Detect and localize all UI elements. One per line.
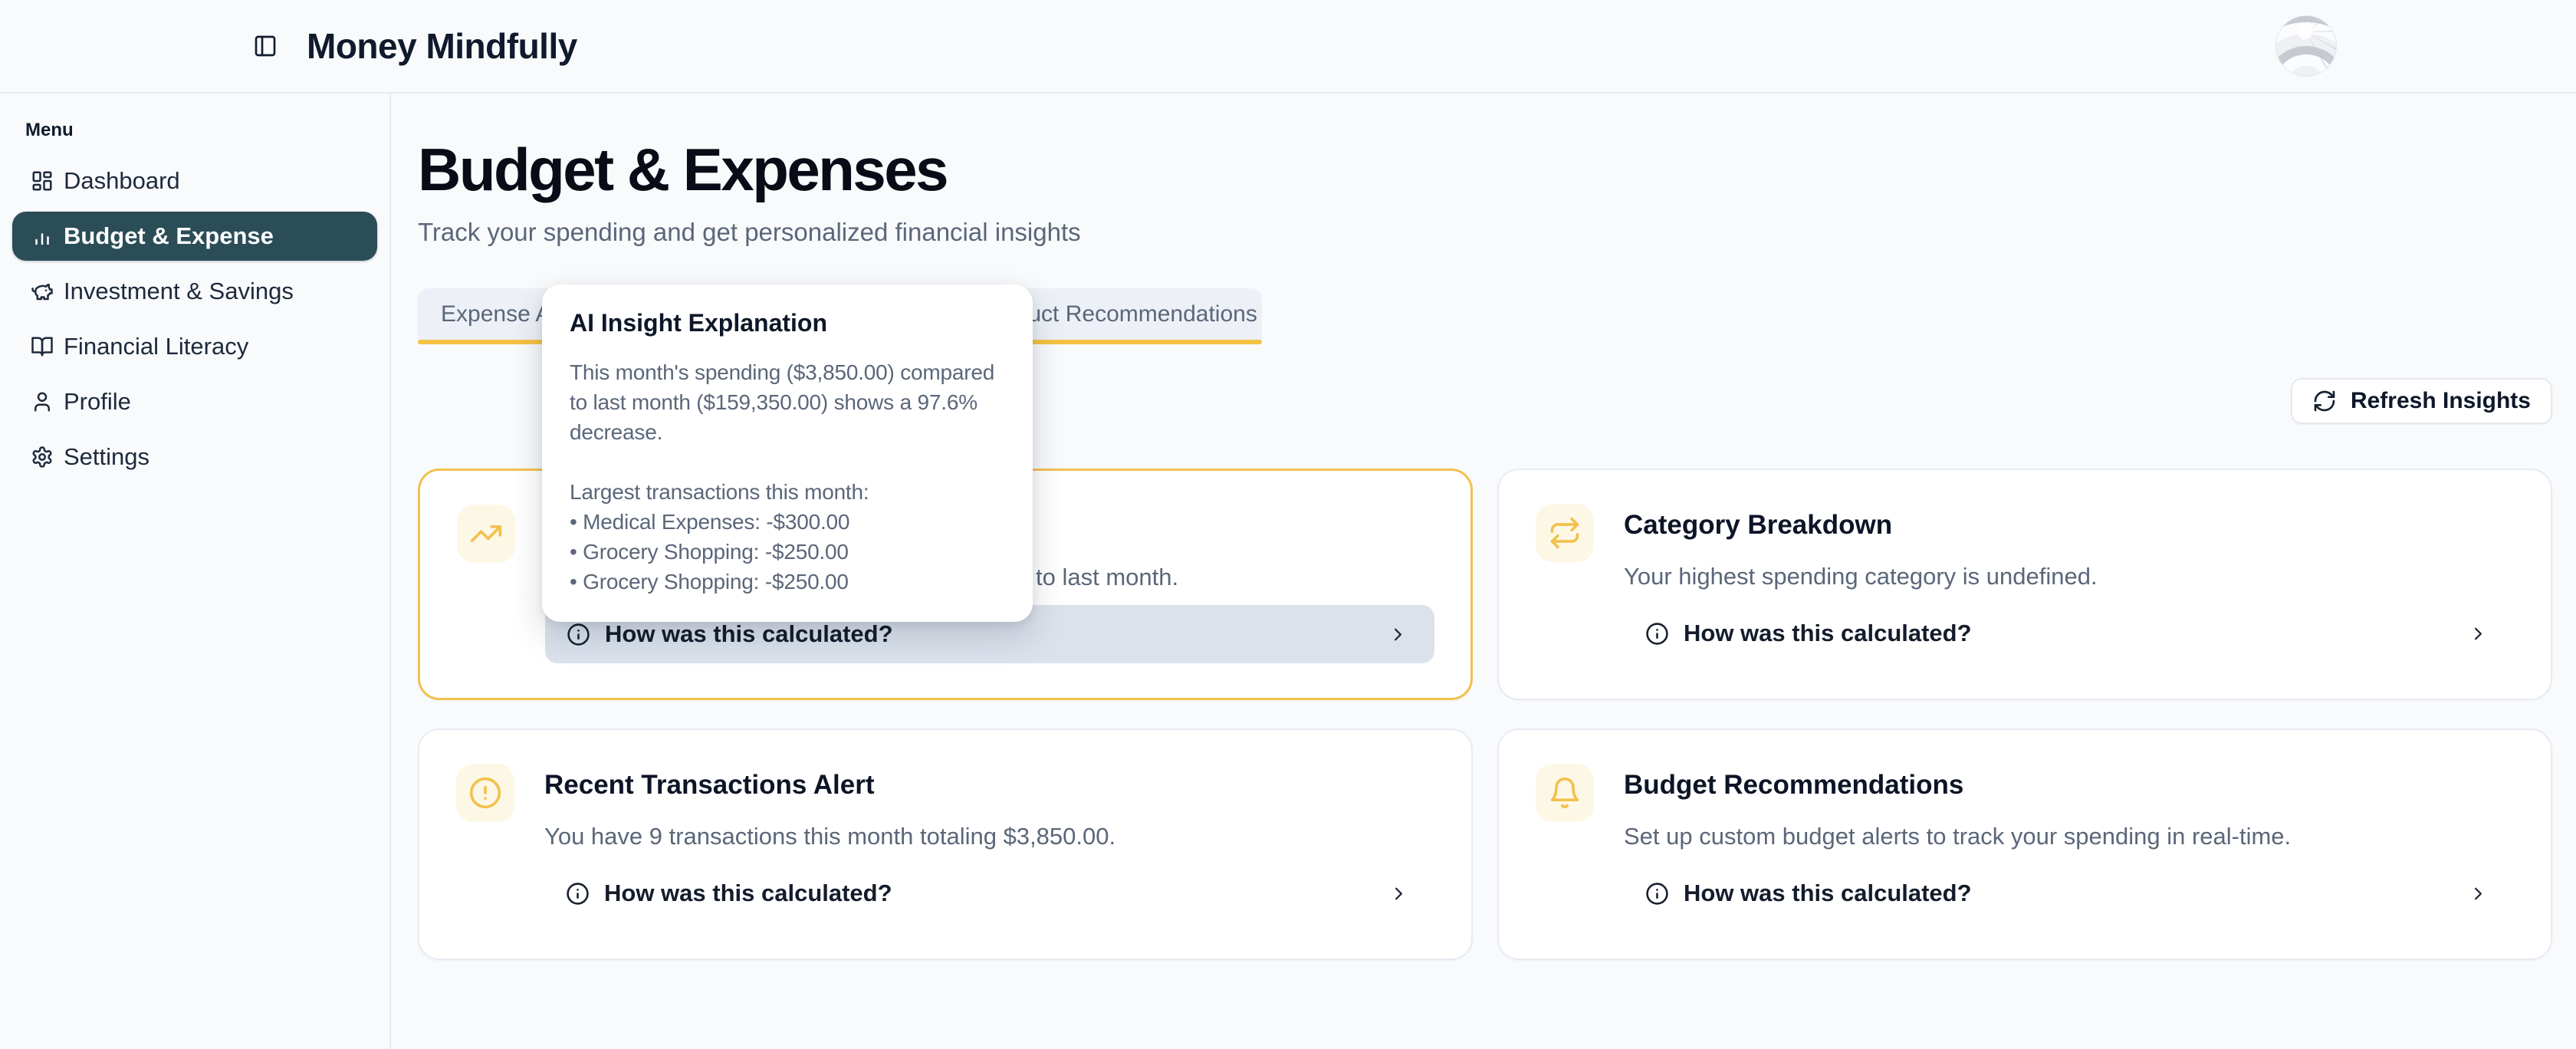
card-title: Budget Recommendations bbox=[1624, 770, 1963, 801]
popover-line: • Grocery Shopping: -$250.00 bbox=[570, 567, 1005, 597]
card-body: You have 9 transactions this month total… bbox=[544, 823, 1116, 850]
card-body-fragment: to last month. bbox=[1036, 564, 1178, 591]
app-header: Money Mindfully bbox=[0, 0, 2576, 94]
alert-circle-icon bbox=[456, 764, 514, 822]
gear-icon bbox=[31, 446, 54, 469]
info-icon[interactable] bbox=[1645, 622, 1669, 646]
sidebar-section-label: Menu bbox=[12, 120, 377, 141]
how-calculated-row[interactable]: How was this calculated? bbox=[1624, 864, 2515, 922]
popover-line: • Medical Expenses: -$300.00 bbox=[570, 507, 1005, 537]
card-budget-recommendations: Budget Recommendations Set up custom bud… bbox=[1497, 728, 2552, 960]
app-title: Money Mindfully bbox=[307, 25, 577, 67]
sidebar-item-label: Settings bbox=[64, 443, 150, 471]
popover-line: decrease. bbox=[570, 417, 1005, 447]
layout-dashboard-icon bbox=[31, 169, 54, 192]
info-icon[interactable] bbox=[1645, 882, 1669, 906]
info-icon[interactable] bbox=[567, 623, 590, 646]
sidebar: Menu Dashboard Budget & Expense Investme… bbox=[0, 94, 391, 1049]
sidebar-item-label: Budget & Expense bbox=[64, 222, 274, 250]
sidebar-item-profile[interactable]: Profile bbox=[12, 377, 377, 426]
card-title: Recent Transactions Alert bbox=[544, 770, 875, 801]
popover-title: AI Insight Explanation bbox=[570, 309, 1005, 337]
how-calculated-label: How was this calculated? bbox=[1684, 620, 1972, 647]
sidebar-item-label: Financial Literacy bbox=[64, 333, 248, 360]
sidebar-toggle-icon[interactable] bbox=[253, 34, 278, 58]
sidebar-item-budget-expense[interactable]: Budget & Expense bbox=[12, 212, 377, 261]
card-recent-transactions: Recent Transactions Alert You have 9 tra… bbox=[418, 728, 1473, 960]
popover-line: This month's spending ($3,850.00) compar… bbox=[570, 357, 1005, 387]
sidebar-item-financial-literacy[interactable]: Financial Literacy bbox=[12, 322, 377, 371]
info-icon[interactable] bbox=[566, 882, 590, 906]
trending-up-icon bbox=[457, 505, 515, 563]
book-open-icon bbox=[31, 335, 54, 358]
how-calculated-label: How was this calculated? bbox=[605, 620, 893, 648]
sidebar-item-label: Investment & Savings bbox=[64, 278, 294, 305]
popover-line: • Grocery Shopping: -$250.00 bbox=[570, 537, 1005, 567]
refresh-insights-label: Refresh Insights bbox=[2351, 388, 2531, 414]
main-content: Budget & Expenses Track your spending an… bbox=[391, 94, 2576, 1049]
repeat-icon bbox=[1536, 504, 1594, 562]
chevron-right-icon bbox=[1388, 883, 1409, 904]
popover-line: to last month ($159,350.00) shows a 97.6… bbox=[570, 387, 1005, 417]
card-body: Set up custom budget alerts to track you… bbox=[1624, 823, 2291, 850]
page-title: Budget & Expenses bbox=[418, 140, 2552, 199]
sidebar-item-label: Dashboard bbox=[64, 167, 180, 195]
how-calculated-label: How was this calculated? bbox=[604, 880, 892, 907]
sidebar-item-dashboard[interactable]: Dashboard bbox=[12, 156, 377, 206]
bell-icon bbox=[1536, 764, 1594, 822]
card-body: Your highest spending category is undefi… bbox=[1624, 563, 2098, 590]
chevron-right-icon bbox=[1388, 624, 1408, 645]
card-title: Category Breakdown bbox=[1624, 510, 1892, 541]
ai-insight-popover: AI Insight Explanation This month's spen… bbox=[542, 284, 1033, 622]
chevron-right-icon bbox=[2468, 883, 2489, 904]
popover-line bbox=[570, 447, 1005, 477]
piggy-bank-icon bbox=[31, 280, 54, 303]
refresh-insights-button[interactable]: Refresh Insights bbox=[2291, 378, 2552, 424]
sidebar-item-investment-savings[interactable]: Investment & Savings bbox=[12, 267, 377, 316]
user-icon bbox=[31, 390, 54, 413]
avatar[interactable] bbox=[2275, 15, 2337, 77]
sidebar-item-label: Profile bbox=[64, 388, 131, 416]
how-calculated-row[interactable]: How was this calculated? bbox=[1624, 604, 2515, 663]
bar-chart-icon bbox=[31, 225, 54, 248]
sidebar-item-settings[interactable]: Settings bbox=[12, 432, 377, 482]
how-calculated-label: How was this calculated? bbox=[1684, 880, 1972, 907]
chevron-right-icon bbox=[2468, 623, 2489, 644]
popover-line: Largest transactions this month: bbox=[570, 477, 1005, 507]
page-subtitle: Track your spending and get personalized… bbox=[418, 218, 2552, 247]
card-category-breakdown: Category Breakdown Your highest spending… bbox=[1497, 469, 2552, 700]
how-calculated-row[interactable]: How was this calculated? bbox=[544, 864, 1435, 922]
refresh-icon bbox=[2312, 389, 2337, 413]
